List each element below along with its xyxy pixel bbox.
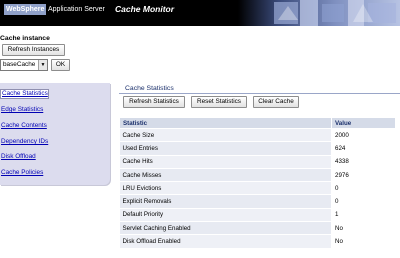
statistic-value: 1 [331, 208, 396, 223]
statistic-name: Cache Size [119, 128, 332, 143]
section-divider [119, 93, 400, 94]
websphere-logo: WebSphere [4, 4, 47, 15]
statistic-name: LRU Evictions [119, 181, 332, 196]
table-row: Cache Misses 2976 [119, 168, 396, 183]
reset-statistics-button[interactable]: Reset Statistics [191, 96, 247, 108]
statistic-value: No [331, 234, 396, 249]
chevron-down-icon[interactable]: ▼ [38, 60, 47, 70]
table-row: Servlet Caching Enabled No [119, 221, 396, 236]
statistic-value: No [331, 221, 396, 236]
sidebar-item-disk-offload[interactable]: Disk Offload [0, 152, 110, 162]
table-row: Disk Offload Enabled No [119, 234, 396, 249]
sidebar-item-dependency-ids[interactable]: Dependency IDs [0, 137, 110, 147]
table-row: Cache Hits 4338 [119, 155, 396, 169]
table-row: Used Entries 624 [119, 141, 396, 156]
cache-instance-select[interactable]: baseCache ▼ [0, 59, 48, 71]
statistic-value: 624 [331, 141, 396, 156]
table-row: Explicit Removals 0 [119, 194, 396, 209]
cache-instance-value: baseCache [3, 61, 36, 68]
section-title: Cache Statistics [125, 85, 174, 92]
table-header-row: Statistic Value [119, 117, 396, 129]
sidebar-item-cache-contents[interactable]: Cache Contents [0, 121, 110, 131]
statistic-value: 0 [331, 194, 396, 209]
sidebar-item-cache-policies[interactable]: Cache Policies [0, 168, 110, 178]
column-header-value: Value [331, 117, 396, 129]
statistic-name: Cache Hits [119, 155, 332, 169]
table-row: LRU Evictions 0 [119, 181, 396, 196]
statistic-name: Disk Offload Enabled [119, 234, 332, 249]
table-row: Default Priority 1 [119, 208, 396, 223]
statistic-name: Cache Misses [119, 168, 332, 183]
banner: WebSphere Application Server Cache Monit… [0, 0, 400, 26]
product-name: Application Server [48, 6, 105, 13]
sidebar-nav: Cache Statistics Edge Statistics Cache C… [0, 83, 110, 185]
statistic-value: 2000 [331, 128, 396, 143]
clear-cache-button[interactable]: Clear Cache [253, 96, 299, 108]
statistic-name: Default Priority [119, 208, 332, 223]
banner-graphic [238, 0, 400, 26]
statistic-name: Used Entries [119, 141, 332, 156]
statistic-value: 0 [331, 181, 396, 196]
sidebar-item-cache-statistics[interactable]: Cache Statistics [0, 89, 49, 99]
statistic-value: 2976 [331, 168, 396, 183]
refresh-instances-button[interactable]: Refresh Instances [2, 44, 65, 56]
statistic-name: Servlet Caching Enabled [119, 221, 332, 236]
app-title: Cache Monitor [115, 4, 175, 14]
statistics-table: Statistic Value Cache Size 2000 Used Ent… [119, 117, 396, 249]
statistic-name: Explicit Removals [119, 194, 332, 209]
table-row: Cache Size 2000 [119, 128, 396, 143]
refresh-statistics-button[interactable]: Refresh Statistics [123, 96, 185, 108]
statistic-value: 4338 [331, 155, 396, 169]
sidebar-item-edge-statistics[interactable]: Edge Statistics [0, 105, 110, 115]
cache-instance-heading: Cache instance [0, 35, 50, 42]
column-header-statistic: Statistic [119, 117, 332, 129]
ok-button[interactable]: OK [51, 59, 70, 71]
